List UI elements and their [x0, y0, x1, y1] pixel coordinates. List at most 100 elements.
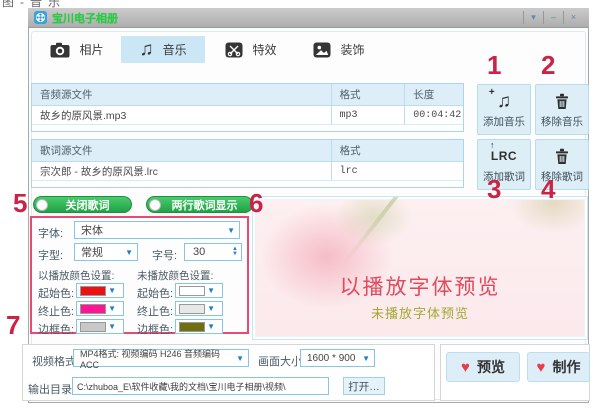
unplayed-colors-group-label: 未播放颜色设置:	[137, 268, 213, 283]
plus-icon: +	[489, 87, 495, 98]
video-format-select[interactable]: MP4格式: 视频编码 H246 音频编码 ACC ▼	[73, 349, 249, 367]
played-start-color-picker[interactable]: ▼	[76, 283, 124, 298]
music-note-icon: ♫	[139, 40, 153, 59]
select-value: 常规	[81, 244, 103, 260]
color-swatch	[179, 322, 205, 332]
font-style-select[interactable]: 常规 ▼	[74, 243, 138, 261]
screen-size-label: 画面大小:	[258, 353, 305, 369]
preview-button[interactable]: ♥ 预览	[446, 352, 520, 382]
select-value: MP4格式: 视频编码 H246 音频编码 ACC	[80, 347, 236, 370]
annotation-2: 2	[541, 52, 555, 78]
button-label: 制作	[552, 357, 580, 377]
up-arrow-icon: ↑	[490, 140, 495, 150]
heart-icon: ♥	[537, 360, 546, 375]
stepper-arrows-icon[interactable]: ▲▼	[232, 247, 241, 257]
column-header: 长度	[405, 84, 463, 106]
trash-icon	[554, 145, 570, 167]
tab-decorate[interactable]: 装饰	[297, 36, 381, 63]
toggle-close-lyrics[interactable]: 关闭歌词	[33, 196, 132, 213]
close-button[interactable]: ×	[563, 11, 583, 24]
chevron-down-icon: ▼	[207, 304, 219, 313]
remove-music-button[interactable]: 移除音乐	[535, 84, 589, 135]
chevron-down-icon: ▼	[227, 226, 239, 235]
effects-icon	[225, 42, 243, 58]
add-music-button[interactable]: + ♫ 添加音乐	[477, 84, 531, 135]
chevron-down-icon: ▼	[207, 322, 219, 331]
column-header: 格式	[332, 84, 406, 106]
window-controls: ▾ – ×	[523, 11, 583, 25]
unplayed-end-color-picker[interactable]: ▼	[175, 301, 223, 316]
select-value: 宋体	[81, 222, 103, 238]
audio-length: 00:04:42	[405, 106, 463, 125]
output-dir-input[interactable]: C:\zhuboa_E\软件收藏\我的文档\宝川电子相册\视频\	[72, 377, 329, 395]
column-header: 歌词源文件	[32, 140, 332, 162]
played-border-color-label: 边框色:	[38, 321, 74, 337]
color-swatch	[80, 286, 106, 296]
table-empty-area	[32, 125, 463, 131]
toggle-label: 关闭歌词	[48, 197, 131, 213]
annotation-7: 7	[6, 312, 20, 338]
button-label: 移除音乐	[541, 114, 583, 129]
font-style-label: 字型:	[38, 247, 63, 263]
played-font-preview-text: 以播放字体预览	[253, 271, 587, 301]
chevron-down-icon: ▼	[236, 354, 248, 363]
lyrics-preview-panel: 以播放字体预览 未播放字体预览	[252, 196, 588, 340]
toggle-two-line-lyrics[interactable]: 两行歌词显示	[146, 196, 253, 213]
desktop: 图-音乐 宝川电子相册 ▾ – × 相片 ♫ 音乐 特效 装饰 音频源文件 格式…	[0, 0, 600, 409]
video-format-label: 视频格式:	[32, 353, 79, 369]
screen-size-select[interactable]: 1600 * 900 ▼	[300, 349, 375, 367]
chevron-down-icon: ▼	[108, 304, 120, 313]
output-dir-label: 输出目录:	[28, 381, 75, 397]
add-music-icon: + ♫	[497, 90, 511, 112]
tab-label: 特效	[252, 41, 276, 58]
audio-format: mp3	[332, 106, 406, 125]
button-label: 预览	[477, 357, 505, 377]
titlebar[interactable]: 宝川电子相册 ▾ – ×	[28, 8, 589, 28]
tab-photos[interactable]: 相片	[35, 36, 119, 63]
table-row[interactable]: 故乡的原风景.mp3 mp3 00:04:42	[32, 106, 463, 125]
lyrics-format: lrc	[332, 162, 463, 181]
played-border-color-picker[interactable]: ▼	[76, 319, 124, 334]
font-size-stepper[interactable]: 30 ▲▼	[184, 243, 242, 261]
audio-filename: 故乡的原风景.mp3	[32, 106, 332, 125]
camera-icon	[50, 42, 70, 58]
stepper-value: 30	[193, 246, 205, 258]
skin-button[interactable]: ▾	[523, 11, 543, 24]
add-lyrics-button[interactable]: ↑LRC 添加歌词	[477, 139, 531, 190]
played-start-color-label: 起始色:	[38, 285, 74, 301]
font-family-select[interactable]: 宋体 ▼	[74, 221, 240, 239]
rose-stem-decoration	[342, 196, 404, 265]
tab-effects[interactable]: 特效	[209, 36, 293, 63]
open-folder-button[interactable]: 打开…	[343, 377, 385, 395]
played-end-color-picker[interactable]: ▼	[76, 301, 124, 316]
audio-table-header: 音频源文件 格式 长度	[32, 84, 463, 106]
color-swatch	[80, 322, 106, 332]
color-swatch	[179, 304, 205, 314]
toggle-knob	[149, 199, 161, 211]
lyrics-table-header: 歌词源文件 格式	[32, 140, 463, 162]
audio-table: 音频源文件 格式 长度 故乡的原风景.mp3 mp3 00:04:42	[31, 83, 464, 132]
annotation-5: 5	[13, 190, 27, 216]
lrc-icon: ↑LRC	[491, 145, 517, 167]
tab-label: 音乐	[163, 41, 187, 58]
unplayed-start-color-label: 起始色:	[137, 285, 173, 301]
unplayed-border-color-picker[interactable]: ▼	[175, 319, 223, 334]
lrc-text: LRC	[491, 149, 517, 163]
unplayed-start-color-picker[interactable]: ▼	[175, 283, 223, 298]
minimize-button[interactable]: –	[543, 11, 563, 24]
chevron-down-icon: ▼	[108, 322, 120, 331]
lyrics-table: 歌词源文件 格式 宗次郎 - 故乡的原风景.lrc lrc	[31, 139, 464, 188]
tab-label: 相片	[79, 41, 103, 58]
table-row[interactable]: 宗次郎 - 故乡的原风景.lrc lrc	[32, 162, 463, 181]
app-icon	[34, 11, 47, 24]
played-end-color-label: 终止色:	[38, 303, 74, 319]
unplayed-border-color-label: 边框色:	[137, 321, 173, 337]
heart-icon: ♥	[461, 360, 470, 375]
music-note-icon: ♫	[497, 92, 511, 111]
unplayed-font-preview-text: 未播放字体预览	[253, 303, 587, 322]
font-size-label: 字号:	[152, 247, 177, 263]
tab-label: 装饰	[340, 41, 364, 58]
tab-music[interactable]: ♫ 音乐	[121, 36, 205, 63]
make-button[interactable]: ♥ 制作	[527, 352, 590, 382]
chevron-down-icon: ▼	[125, 248, 137, 257]
